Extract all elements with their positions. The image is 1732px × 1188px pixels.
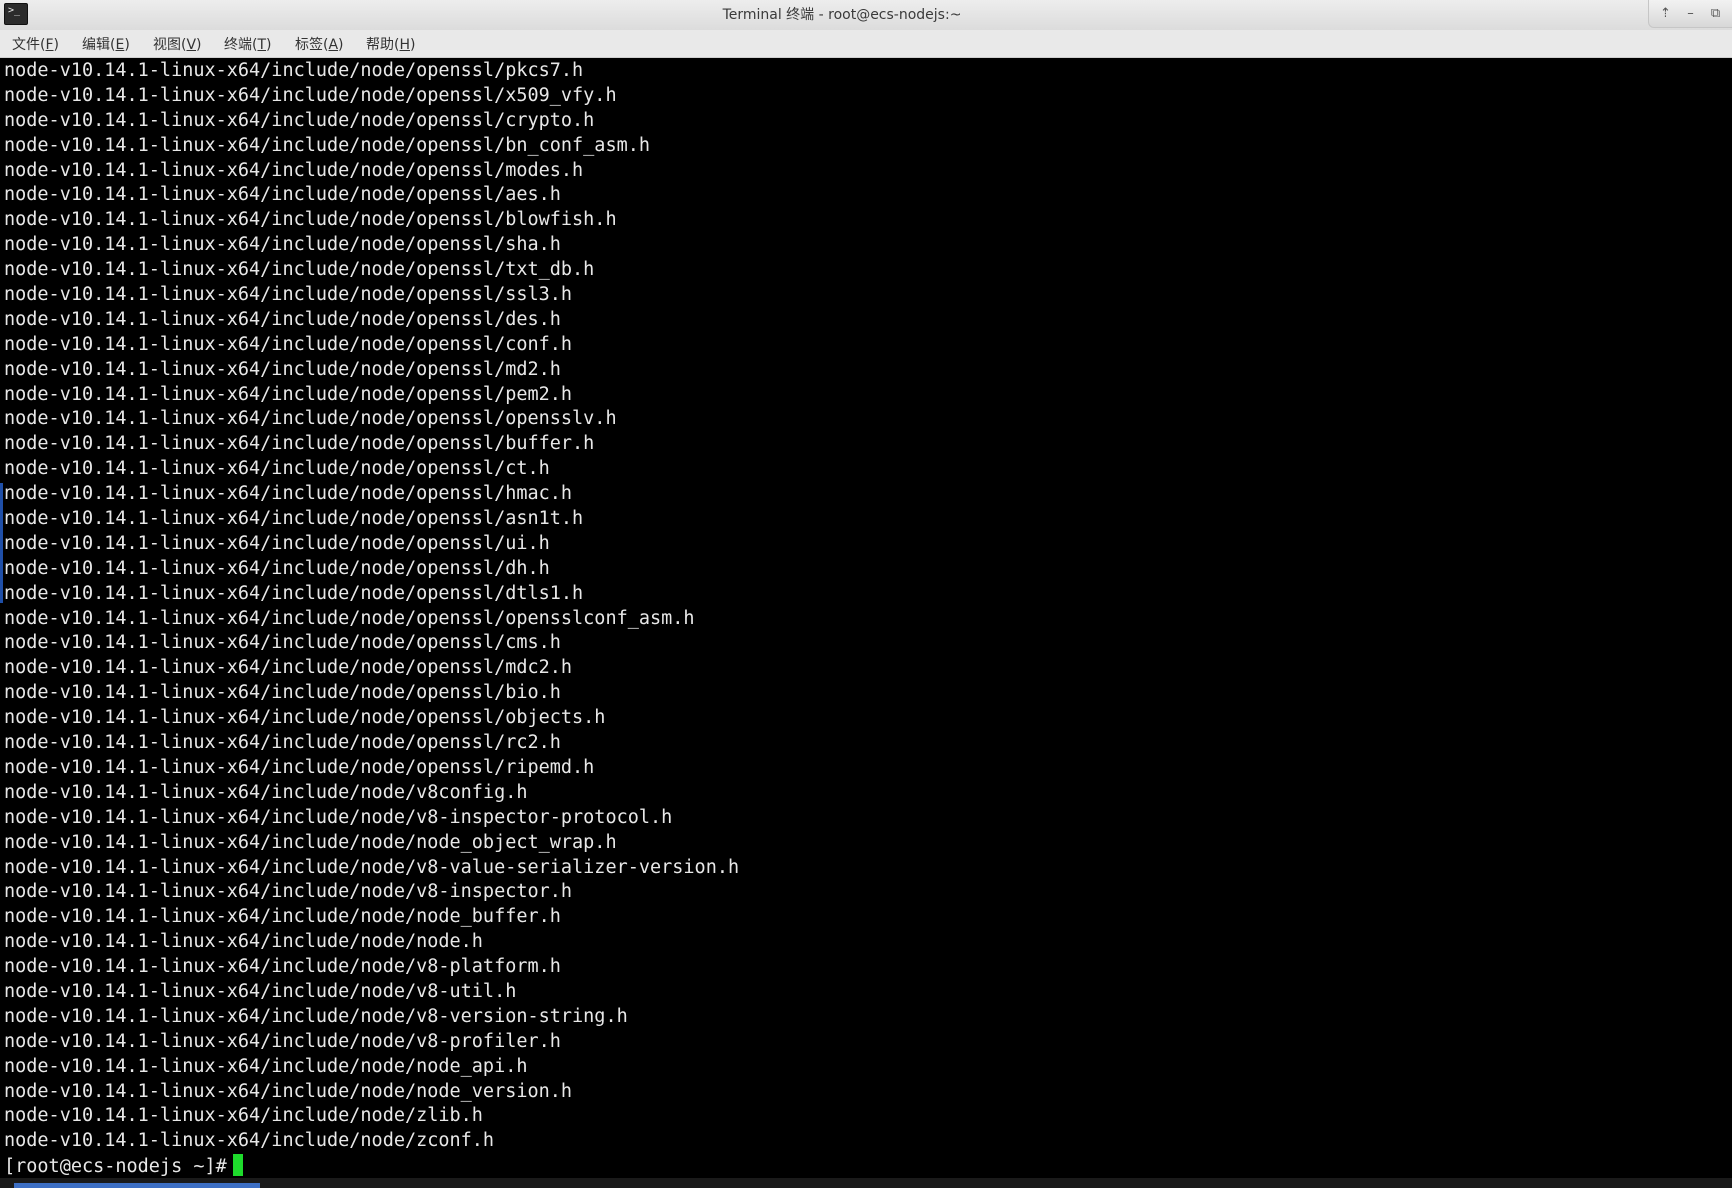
menu-tabs-end: ) (338, 37, 344, 53)
terminal-line: node-v10.14.1-linux-x64/include/node/ope… (4, 682, 561, 704)
terminal-line: node-v10.14.1-linux-x64/include/node/ope… (4, 408, 617, 430)
menu-edit-end: ) (124, 37, 130, 53)
terminal-line: node-v10.14.1-linux-x64/include/node/ope… (4, 732, 561, 754)
terminal-line: node-v10.14.1-linux-x64/include/node/nod… (4, 831, 617, 853)
menu-terminal-mnemonic: T (257, 37, 267, 53)
terminal-line: node-v10.14.1-linux-x64/include/node/ope… (4, 284, 573, 306)
terminal-line: node-v10.14.1-linux-x64/include/node/ope… (4, 607, 695, 629)
menu-edit-label: 编辑( (82, 37, 116, 53)
menu-view-label: 视图( (153, 37, 187, 53)
terminal-window: >_ Terminal 终端 - root@ecs-nodejs:~ ⇡ – ⧉… (0, 0, 1732, 1188)
minimize-icon[interactable]: – (1681, 4, 1701, 24)
menu-view[interactable]: 视图(V) (153, 30, 202, 58)
terminal-line: node-v10.14.1-linux-x64/include/node/v8-… (4, 956, 561, 978)
left-edge-accent (0, 483, 3, 603)
terminal-output-area[interactable]: node-v10.14.1-linux-x64/include/node/ope… (0, 58, 1732, 1188)
terminal-line: node-v10.14.1-linux-x64/include/node/ope… (4, 433, 595, 455)
menu-file-mnemonic: F (45, 37, 54, 53)
menu-tabs-label: 标签( (295, 37, 329, 53)
terminal-line: node-v10.14.1-linux-x64/include/node/ope… (4, 159, 584, 181)
terminal-line: node-v10.14.1-linux-x64/include/node/ope… (4, 109, 595, 131)
menu-bar: 文件(F) 编辑(E) 视图(V) 终端(T) 标签(A) 帮助(H) (0, 30, 1732, 58)
terminal-line: node-v10.14.1-linux-x64/include/node/nod… (4, 1080, 573, 1102)
terminal-line: node-v10.14.1-linux-x64/include/node/ope… (4, 84, 617, 106)
window-title: Terminal 终端 - root@ecs-nodejs:~ (722, 7, 962, 23)
menu-file[interactable]: 文件(F) (12, 30, 59, 58)
terminal-line: node-v10.14.1-linux-x64/include/node/ope… (4, 60, 584, 81)
shell-prompt-line[interactable]: [root@ecs-nodejs ~]# (4, 1154, 739, 1179)
terminal-line: node-v10.14.1-linux-x64/include/node/ope… (4, 134, 651, 156)
terminal-line: node-v10.14.1-linux-x64/include/node/ope… (4, 508, 584, 530)
terminal-line: node-v10.14.1-linux-x64/include/node/v8c… (4, 781, 528, 803)
menu-view-end: ) (196, 37, 202, 53)
terminal-line: node-v10.14.1-linux-x64/include/node/ope… (4, 557, 550, 579)
terminal-line: node-v10.14.1-linux-x64/include/node/v8-… (4, 1005, 628, 1027)
terminal-line: node-v10.14.1-linux-x64/include/node/ope… (4, 234, 561, 256)
terminal-line: node-v10.14.1-linux-x64/include/node/v8-… (4, 980, 517, 1002)
terminal-line: node-v10.14.1-linux-x64/include/node/ope… (4, 383, 573, 405)
terminal-line: node-v10.14.1-linux-x64/include/node/ope… (4, 632, 561, 654)
menu-help-mnemonic: H (399, 37, 410, 53)
terminal-line: node-v10.14.1-linux-x64/include/node/nod… (4, 931, 483, 953)
menu-tabs-mnemonic: A (328, 37, 339, 53)
menu-terminal-label: 终端( (224, 37, 258, 53)
maximize-icon[interactable]: ⧉ (1706, 4, 1726, 24)
terminal-line: node-v10.14.1-linux-x64/include/node/ope… (4, 184, 561, 206)
text-cursor (232, 1154, 243, 1177)
terminal-line: node-v10.14.1-linux-x64/include/node/ope… (4, 308, 561, 330)
title-bar[interactable]: >_ Terminal 终端 - root@ecs-nodejs:~ ⇡ – ⧉ (0, 0, 1732, 30)
terminal-line: node-v10.14.1-linux-x64/include/node/nod… (4, 906, 561, 928)
terminal-line: node-v10.14.1-linux-x64/include/node/ope… (4, 259, 595, 281)
terminal-line: node-v10.14.1-linux-x64/include/node/ope… (4, 358, 561, 380)
menu-help[interactable]: 帮助(H) (366, 30, 415, 58)
terminal-line: node-v10.14.1-linux-x64/include/node/v8-… (4, 1030, 561, 1052)
terminal-line: node-v10.14.1-linux-x64/include/node/ope… (4, 458, 550, 480)
active-tab-indicator[interactable] (14, 1183, 260, 1188)
terminal-line: node-v10.14.1-linux-x64/include/node/ope… (4, 209, 617, 231)
terminal-line: node-v10.14.1-linux-x64/include/node/ope… (4, 532, 550, 554)
menu-edit[interactable]: 编辑(E) (82, 30, 130, 58)
terminal-line: node-v10.14.1-linux-x64/include/node/zco… (4, 1130, 495, 1152)
menu-help-label: 帮助( (366, 37, 400, 53)
terminal-line: node-v10.14.1-linux-x64/include/node/v8-… (4, 881, 573, 903)
terminal-line: node-v10.14.1-linux-x64/include/node/v8-… (4, 856, 740, 878)
keep-above-icon[interactable]: ⇡ (1656, 4, 1676, 24)
shell-prompt: [root@ecs-nodejs ~]# (4, 1156, 227, 1178)
menu-terminal[interactable]: 终端(T) (224, 30, 272, 58)
terminal-line: node-v10.14.1-linux-x64/include/node/ope… (4, 657, 573, 679)
menu-file-label: 文件( (12, 37, 46, 53)
terminal-output: node-v10.14.1-linux-x64/include/node/ope… (4, 59, 739, 1179)
window-controls: ⇡ – ⧉ (1648, 0, 1732, 28)
menu-view-mnemonic: V (186, 37, 197, 53)
terminal-line: node-v10.14.1-linux-x64/include/node/ope… (4, 483, 573, 505)
terminal-line: node-v10.14.1-linux-x64/include/node/ope… (4, 756, 595, 778)
terminal-line: node-v10.14.1-linux-x64/include/node/nod… (4, 1055, 528, 1077)
terminal-line: node-v10.14.1-linux-x64/include/node/ope… (4, 333, 573, 355)
terminal-line: node-v10.14.1-linux-x64/include/node/ope… (4, 707, 606, 729)
menu-file-end: ) (53, 37, 59, 53)
menu-edit-mnemonic: E (115, 37, 125, 53)
terminal-line: node-v10.14.1-linux-x64/include/node/v8-… (4, 806, 673, 828)
terminal-line: node-v10.14.1-linux-x64/include/node/zli… (4, 1105, 483, 1127)
terminal-line: node-v10.14.1-linux-x64/include/node/ope… (4, 582, 584, 604)
menu-terminal-end: ) (266, 37, 272, 53)
menu-tabs[interactable]: 标签(A) (295, 30, 344, 58)
menu-help-end: ) (410, 37, 416, 53)
